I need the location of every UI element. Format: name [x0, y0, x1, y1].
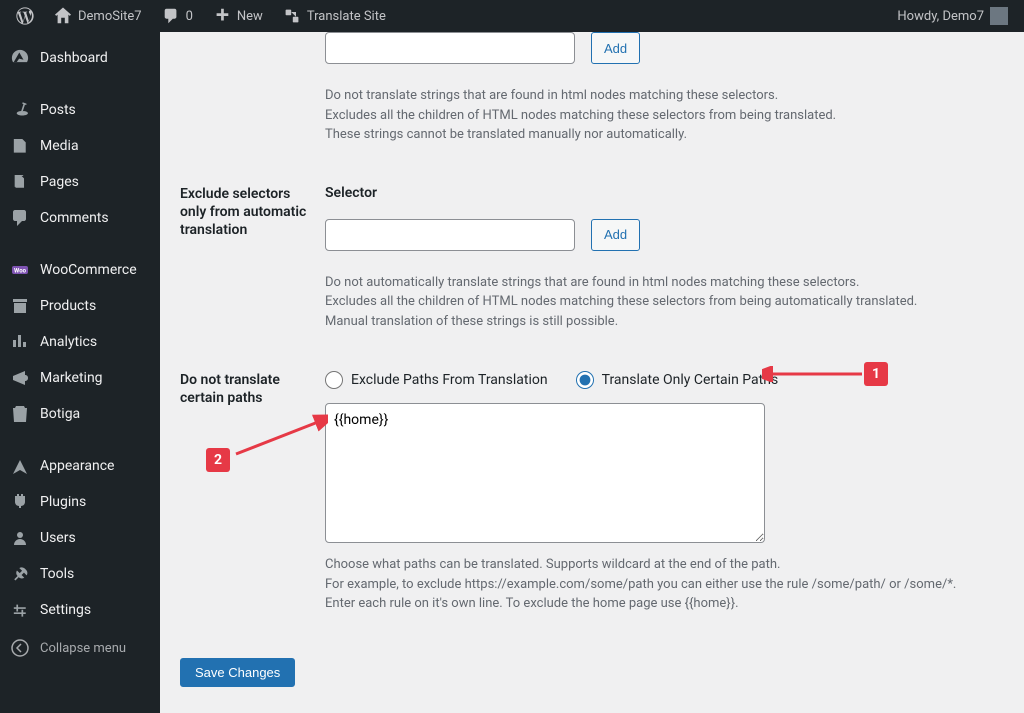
menu-plugins[interactable]: Plugins — [0, 484, 160, 520]
svg-text:Woo: Woo — [14, 268, 27, 275]
tools-icon — [10, 564, 30, 584]
marketing-icon — [10, 368, 30, 388]
help-text: Do not automatically translate strings t… — [325, 273, 1004, 293]
comments-icon — [162, 7, 180, 25]
exclude-auto-label: Exclude selectors only from automatic tr… — [180, 185, 325, 332]
comments-item[interactable]: 0 — [154, 0, 201, 32]
menu-pages[interactable]: Pages — [0, 164, 160, 200]
menu-dashboard[interactable]: Dashboard — [0, 40, 160, 76]
exclude-auto-selector-input[interactable] — [325, 219, 575, 251]
main-content: Add Do not translate strings that are fo… — [160, 32, 1024, 713]
radio-exclude-paths[interactable]: Exclude Paths From Translation — [325, 371, 548, 389]
users-icon — [10, 528, 30, 548]
media-icon — [10, 136, 30, 156]
collapse-menu[interactable]: Collapse menu — [0, 628, 160, 668]
plus-icon — [213, 7, 231, 25]
help-text: Manual translation of these strings is s… — [325, 312, 1004, 332]
add-button-2[interactable]: Add — [591, 219, 640, 251]
admin-bar: DemoSite7 0 New Translate Site Howdy, De… — [0, 0, 1024, 32]
paths-label: Do not translate certain paths — [180, 371, 325, 614]
menu-tools[interactable]: Tools — [0, 556, 160, 592]
translate-item[interactable]: Translate Site — [275, 0, 394, 32]
menu-marketing[interactable]: Marketing — [0, 360, 160, 396]
settings-icon — [10, 600, 30, 620]
wordpress-icon — [16, 7, 34, 25]
help-text: Choose what paths can be translated. Sup… — [325, 555, 1004, 575]
menu-users[interactable]: Users — [0, 520, 160, 556]
collapse-icon — [10, 638, 30, 658]
analytics-icon — [10, 332, 30, 352]
menu-settings[interactable]: Settings — [0, 592, 160, 628]
comments-count: 0 — [186, 9, 193, 24]
arrow-2 — [228, 414, 328, 460]
avatar — [990, 7, 1008, 25]
help-text: These strings cannot be translated manua… — [325, 125, 1004, 145]
menu-media[interactable]: Media — [0, 128, 160, 164]
howdy-item[interactable]: Howdy, Demo7 — [889, 0, 1016, 32]
howdy-label: Howdy, Demo7 — [897, 9, 984, 24]
home-icon — [54, 7, 72, 25]
botiga-icon — [10, 404, 30, 424]
radio-translate-input[interactable] — [576, 371, 594, 389]
help-text: For example, to exclude https://example.… — [325, 575, 1004, 595]
annotation-2: 2 — [206, 448, 230, 472]
add-button-1[interactable]: Add — [591, 32, 640, 64]
save-changes-button[interactable]: Save Changes — [180, 658, 295, 687]
menu-woocommerce[interactable]: WooWooCommerce — [0, 252, 160, 288]
products-icon — [10, 296, 30, 316]
comments-menu-icon — [10, 208, 30, 228]
help-text: Enter each rule on it's own line. To exc… — [325, 594, 1004, 614]
menu-appearance[interactable]: Appearance — [0, 448, 160, 484]
menu-posts[interactable]: Posts — [0, 92, 160, 128]
help-text: Excludes all the children of HTML nodes … — [325, 106, 1004, 126]
translate-label: Translate Site — [307, 9, 386, 24]
new-item[interactable]: New — [205, 0, 271, 32]
exclude-selector-input[interactable] — [325, 32, 575, 64]
translate-icon — [283, 7, 301, 25]
selector-heading: Selector — [325, 185, 1004, 201]
help-text: Do not translate strings that are found … — [325, 86, 1004, 106]
menu-botiga[interactable]: Botiga — [0, 396, 160, 432]
woocommerce-icon: Woo — [10, 260, 30, 280]
site-name-item[interactable]: DemoSite7 — [46, 0, 150, 32]
site-name-label: DemoSite7 — [78, 9, 142, 24]
appearance-icon — [10, 456, 30, 476]
new-label: New — [237, 9, 263, 24]
wp-logo-item[interactable] — [8, 0, 42, 32]
arrow-1 — [762, 366, 868, 382]
menu-products[interactable]: Products — [0, 288, 160, 324]
pages-icon — [10, 172, 30, 192]
admin-sidebar: Dashboard Posts Media Pages Comments Woo… — [0, 32, 160, 713]
radio-translate-only[interactable]: Translate Only Certain Paths — [576, 371, 779, 389]
dashboard-icon — [10, 48, 30, 68]
paths-textarea[interactable] — [325, 403, 765, 543]
help-text: Excludes all the children of HTML nodes … — [325, 292, 1004, 312]
menu-analytics[interactable]: Analytics — [0, 324, 160, 360]
radio-exclude-input[interactable] — [325, 371, 343, 389]
posts-icon — [10, 100, 30, 120]
plugins-icon — [10, 492, 30, 512]
menu-comments[interactable]: Comments — [0, 200, 160, 236]
